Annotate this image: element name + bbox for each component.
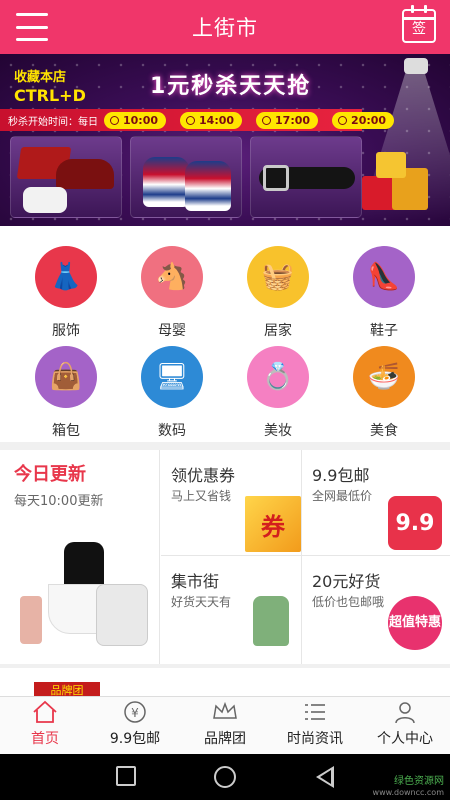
category-label: 数码	[158, 423, 186, 439]
market-title: 集市街	[171, 572, 220, 591]
spotlight-icon	[404, 58, 428, 74]
coupon-badge-icon: 券	[245, 496, 301, 552]
category-food[interactable]: 🍜 美食	[339, 346, 429, 440]
ring-icon: 💍	[247, 346, 309, 408]
backpack-image	[96, 584, 148, 646]
product-belt-image	[250, 136, 362, 218]
cosmetics-image	[20, 596, 42, 644]
sale-time-label: 秒杀开始时间：每日	[8, 116, 98, 128]
banner-headline: 1元秒杀天天抢	[150, 74, 312, 99]
nine-nine-badge-icon: 9.9	[388, 496, 442, 550]
category-bags[interactable]: 👜 箱包	[21, 346, 111, 440]
category-digital[interactable]: 🖥 数码	[127, 346, 217, 440]
twenty-yuan-subtitle: 低价也包邮哦	[312, 595, 385, 609]
shortcut-text: CTRL+D	[14, 86, 86, 105]
special-deal-badge-icon: 超值特惠	[388, 596, 442, 650]
category-label: 箱包	[52, 423, 80, 439]
category-shoes[interactable]: 👠 鞋子	[339, 246, 429, 340]
tab-home[interactable]: 首页	[0, 697, 90, 754]
today-subtitle: 每天10:00更新	[14, 494, 104, 509]
user-icon	[392, 700, 418, 724]
product-sneakers-image	[130, 136, 242, 218]
recents-button[interactable]	[116, 766, 136, 786]
bottom-tab-bar: 首页 ¥ 9.9包邮 品牌团 时尚资讯 个人中心	[0, 696, 450, 754]
tab-free-shipping[interactable]: ¥ 9.9包邮	[90, 697, 180, 754]
svg-text:¥: ¥	[131, 706, 139, 720]
back-button[interactable]	[316, 766, 334, 788]
category-beauty[interactable]: 💍 美妆	[233, 346, 323, 440]
basket-icon: 🧺	[247, 246, 309, 308]
coupon-title: 领优惠券	[171, 466, 236, 485]
dress-image	[64, 542, 104, 586]
devices-icon: 🖥	[141, 346, 203, 408]
category-label: 母婴	[158, 323, 186, 339]
market-street-card[interactable]: 集市街 好货天天有	[161, 556, 302, 664]
brand-tag: 品牌团	[34, 682, 100, 696]
tab-profile[interactable]: 个人中心	[360, 697, 450, 754]
collect-store-text: 收藏本店	[14, 70, 67, 85]
today-title: 今日更新	[14, 464, 86, 485]
tab-label: 9.9包邮	[109, 731, 161, 747]
category-home[interactable]: 🧺 居家	[233, 246, 323, 340]
tab-brands[interactable]: 品牌团	[180, 697, 270, 754]
system-nav-bar: 绿色资源网 www.downcc.com	[0, 754, 450, 800]
twenty-yuan-title: 20元好货	[312, 572, 381, 591]
app-header: 上街市 签	[0, 0, 450, 54]
tab-label: 首页	[31, 731, 59, 747]
category-label: 美食	[370, 423, 398, 439]
twenty-yuan-card[interactable]: 20元好货 低价也包邮哦 超值特惠	[302, 556, 450, 664]
free-shipping-subtitle: 全网最低价	[312, 489, 373, 503]
tab-label: 个人中心	[377, 731, 433, 747]
home-icon	[32, 700, 58, 724]
sweater-image	[253, 596, 289, 646]
list-icon	[302, 700, 328, 724]
category-clothing[interactable]: 👗 服饰	[21, 246, 111, 340]
tab-label: 时尚资讯	[287, 731, 343, 747]
category-label: 服饰	[52, 323, 80, 339]
sale-time-slot: 17:00	[256, 111, 319, 129]
market-subtitle: 好货天天有	[171, 595, 232, 609]
product-shoes-image	[10, 136, 122, 218]
sign-in-calendar-button[interactable]: 签	[402, 5, 436, 43]
category-label: 美妆	[264, 423, 292, 439]
home-button[interactable]	[214, 766, 236, 788]
clock-icon	[110, 115, 119, 125]
sale-time-slot: 20:00	[332, 111, 395, 129]
rocking-horse-icon: 🐴	[141, 246, 203, 308]
free-shipping-card[interactable]: 9.9包邮 全网最低价 9.9	[302, 450, 450, 556]
high-heel-icon: 👠	[353, 246, 415, 308]
free-shipping-title: 9.9包邮	[312, 466, 370, 485]
page-title: 上街市	[192, 16, 258, 40]
brand-section-peek: 品牌团	[0, 668, 450, 696]
handbag-icon: 👜	[35, 346, 97, 408]
clock-icon	[262, 115, 272, 125]
promo-section: 今日更新 每天10:00更新 领优惠券 马上又省钱 券 9.9包邮 全网最低价 …	[0, 450, 450, 664]
category-label: 鞋子	[370, 323, 398, 339]
clock-icon	[338, 115, 348, 125]
sale-time-slot: 10:00	[104, 111, 167, 129]
watermark: 绿色资源网 www.downcc.com	[372, 776, 444, 797]
crown-icon	[212, 700, 238, 724]
menu-icon[interactable]	[16, 13, 48, 41]
tab-label: 品牌团	[204, 731, 246, 747]
clock-icon	[186, 115, 196, 125]
coupon-card[interactable]: 领优惠券 马上又省钱 券	[161, 450, 302, 556]
flash-sale-banner[interactable]: 收藏本店 CTRL+D 1元秒杀天天抢 秒杀开始时间：每日 10:00 14:0…	[0, 54, 450, 226]
gift-boxes-image	[362, 146, 434, 216]
category-baby[interactable]: 🐴 母婴	[127, 246, 217, 340]
dress-icon: 👗	[35, 246, 97, 308]
tab-fashion-news[interactable]: 时尚资讯	[270, 697, 360, 754]
today-updates-card[interactable]: 今日更新 每天10:00更新	[0, 450, 160, 664]
noodle-bowl-icon: 🍜	[353, 346, 415, 408]
sale-time-slot: 14:00	[180, 111, 243, 129]
sign-in-label: 签	[412, 21, 426, 37]
yen-circle-icon: ¥	[122, 700, 148, 724]
coupon-subtitle: 马上又省钱	[171, 489, 232, 503]
category-label: 居家	[264, 323, 292, 339]
sale-time-strip: 秒杀开始时间：每日 10:00 14:00 17:00 20:00	[0, 109, 395, 131]
category-grid: 👗 服饰 🐴 母婴 🧺 居家 👠 鞋子 👜 箱包 🖥 数码 💍 美妆 🍜 美食	[0, 226, 450, 442]
